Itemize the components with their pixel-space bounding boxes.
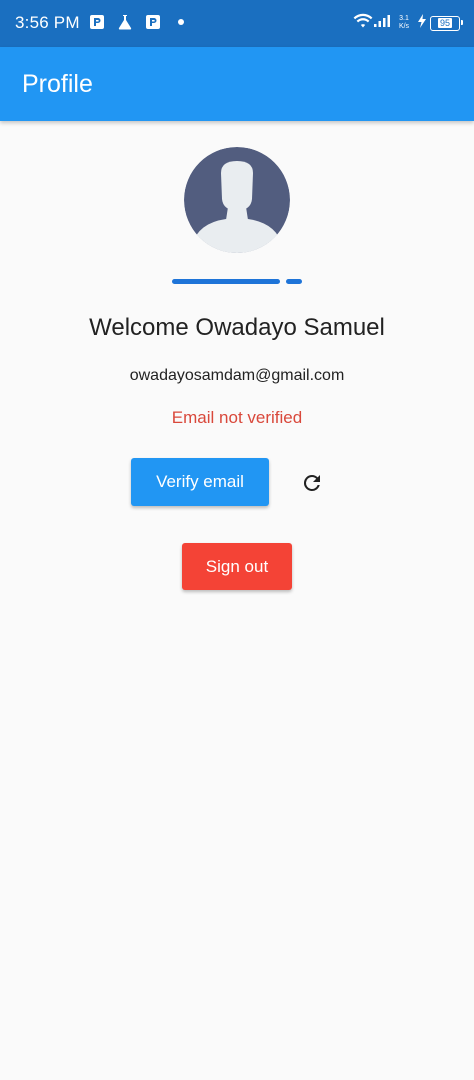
- status-time: 3:56 PM: [15, 13, 80, 32]
- parking-icon: [145, 14, 161, 30]
- sign-out-button[interactable]: Sign out: [182, 543, 292, 590]
- signal-icon: [373, 13, 391, 34]
- progress-segment: [172, 279, 280, 284]
- flask-icon: [117, 14, 133, 30]
- loading-progress-bar: [172, 279, 302, 284]
- progress-segment: [286, 279, 302, 284]
- page-title: Profile: [22, 70, 93, 98]
- verification-status: Email not verified: [171, 408, 303, 427]
- system-indicators: 3.1 K/s 95: [353, 11, 463, 35]
- network-speed: 3.1 K/s: [398, 15, 410, 30]
- person-silhouette-icon: [184, 147, 290, 253]
- battery-level: 95: [437, 18, 452, 28]
- verify-email-button[interactable]: Verify email: [131, 458, 269, 506]
- wifi-icon: [353, 13, 373, 34]
- dot-icon: [173, 14, 189, 30]
- user-email: owadayosamdam@gmail.com: [129, 367, 345, 384]
- parking-icon: [89, 14, 105, 30]
- charging-icon: [417, 13, 427, 34]
- welcome-text: Welcome Owadayo Samuel: [89, 314, 385, 341]
- refresh-icon[interactable]: [298, 469, 326, 497]
- app-bar: Profile: [0, 47, 474, 121]
- status-bar: 3:56 PM 3.1 K/s 95: [0, 0, 474, 47]
- battery-icon: 95: [430, 15, 463, 31]
- notification-icons: [89, 14, 201, 30]
